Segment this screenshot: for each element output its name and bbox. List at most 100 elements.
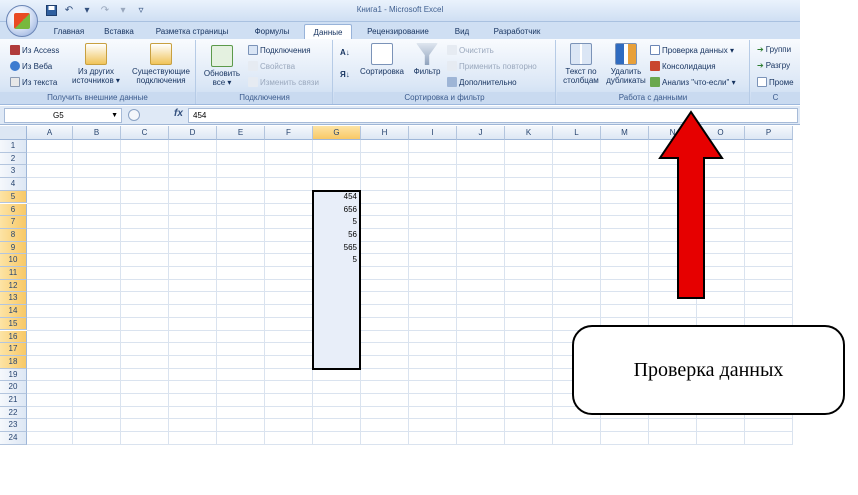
row-header-12[interactable]: 12 — [0, 279, 27, 293]
insert-function-icon[interactable]: fx — [174, 108, 183, 119]
row-header-1[interactable]: 1 — [0, 140, 27, 153]
cell-g9[interactable]: 565 — [313, 242, 359, 254]
tab-data[interactable]: Данные — [304, 24, 352, 39]
filter-label: Фильтр — [413, 67, 441, 76]
ungroup-rows-button[interactable]: ➔ Разгру — [757, 61, 790, 70]
tab-page-layout[interactable]: Разметка страницы — [148, 24, 236, 39]
row-header-4[interactable]: 4 — [0, 178, 27, 191]
consolidate-label: Консолидация — [662, 61, 716, 71]
column-header-p[interactable]: P — [745, 126, 793, 140]
group-outline: ➔ Группи ➔ Разгру Проме С — [751, 40, 800, 104]
cell-g8[interactable]: 56 — [313, 229, 359, 241]
refresh-label-2: все ▾ — [212, 78, 232, 87]
remove-duplicates-button[interactable]: Удалить дубликаты — [603, 43, 649, 85]
group-rows-button[interactable]: ➔ Группи — [757, 45, 791, 54]
column-header-m[interactable]: M — [601, 126, 649, 140]
column-header-a[interactable]: A — [27, 126, 73, 140]
refresh-all-button[interactable]: Обновить все ▾ — [201, 45, 243, 87]
sort-za-button[interactable]: Я↓ — [340, 70, 350, 79]
chevron-down-icon[interactable]: ▼ — [111, 109, 118, 122]
data-validation-button[interactable]: Проверка данных ▾ — [650, 45, 734, 55]
window-title: Книга1 - Microsoft Excel — [356, 5, 444, 14]
properties-button[interactable]: Свойства — [248, 61, 295, 71]
row-header-18[interactable]: 18 — [0, 355, 27, 369]
row-header-22[interactable]: 22 — [0, 406, 27, 420]
row-header-13[interactable]: 13 — [0, 292, 27, 306]
from-access-button[interactable]: Из Access — [10, 45, 59, 55]
filter-button[interactable]: Фильтр — [410, 43, 444, 76]
column-header-e[interactable]: E — [217, 126, 265, 140]
subtotal-button[interactable]: Проме — [757, 77, 794, 87]
row-header-15[interactable]: 15 — [0, 317, 27, 331]
column-header-l[interactable]: L — [553, 126, 601, 140]
sort-descending-icon: Я↓ — [340, 70, 350, 79]
name-box-value: G5 — [53, 111, 64, 120]
row-header-16[interactable]: 16 — [0, 330, 27, 344]
select-all-corner[interactable] — [0, 126, 27, 140]
from-text-button[interactable]: Из текста — [10, 77, 57, 87]
group-label-connections: Подключения — [197, 92, 332, 104]
cell-g10[interactable]: 5 — [313, 254, 359, 266]
column-header-i[interactable]: I — [409, 126, 457, 140]
existing-connections-button[interactable]: Существующие подключения — [128, 43, 194, 85]
row-header-17[interactable]: 17 — [0, 343, 27, 356]
reapply-button[interactable]: Применить повторно — [447, 61, 537, 71]
clear-filter-button[interactable]: Очистить — [447, 45, 494, 55]
column-header-b[interactable]: B — [73, 126, 121, 140]
row-header-21[interactable]: 21 — [0, 394, 27, 407]
data-validation-icon — [650, 45, 660, 55]
row-header-20[interactable]: 20 — [0, 381, 27, 394]
connections-button[interactable]: Подключения — [248, 45, 311, 55]
row-header-8[interactable]: 8 — [0, 228, 27, 242]
tab-review[interactable]: Рецензирование — [360, 24, 436, 39]
from-other-sources-button[interactable]: Из других источников ▾ — [68, 43, 124, 85]
row-header-23[interactable]: 23 — [0, 419, 27, 433]
cell-g6[interactable]: 656 — [313, 204, 359, 216]
group-label-outline: С — [751, 92, 800, 104]
column-header-c[interactable]: C — [121, 126, 169, 140]
refresh-icon — [211, 45, 233, 67]
column-header-f[interactable]: F — [265, 126, 313, 140]
sort-label: Сортировка — [360, 67, 404, 76]
consolidate-button[interactable]: Консолидация — [650, 61, 716, 71]
office-button[interactable] — [6, 5, 38, 37]
advanced-filter-button[interactable]: Дополнительно — [447, 77, 517, 87]
row-header-2[interactable]: 2 — [0, 152, 27, 166]
column-header-k[interactable]: K — [505, 126, 553, 140]
column-header-j[interactable]: J — [457, 126, 505, 140]
data-validation-label: Проверка данных ▾ — [662, 45, 734, 55]
tab-developer[interactable]: Разработчик — [484, 24, 550, 39]
what-if-analysis-button[interactable]: Анализ "что-если" ▾ — [650, 77, 736, 87]
gridline-horizontal — [27, 443, 793, 445]
row-header-5[interactable]: 5 — [0, 190, 27, 204]
tab-formulas[interactable]: Формулы — [246, 24, 298, 39]
cell-g5[interactable]: 454 — [313, 191, 359, 203]
row-header-24[interactable]: 24 — [0, 432, 27, 445]
edit-links-button[interactable]: Изменить связи — [248, 77, 319, 87]
row-header-7[interactable]: 7 — [0, 216, 27, 229]
tab-view[interactable]: Вид — [448, 24, 476, 39]
sort-button[interactable]: Сортировка — [356, 43, 408, 76]
expand-circle-icon[interactable] — [128, 109, 140, 121]
column-header-d[interactable]: D — [169, 126, 217, 140]
row-header-9[interactable]: 9 — [0, 241, 27, 255]
row-header-19[interactable]: 19 — [0, 368, 27, 382]
row-header-6[interactable]: 6 — [0, 203, 27, 217]
column-header-g[interactable]: G — [313, 126, 361, 140]
name-box[interactable]: G5 ▼ — [4, 108, 122, 123]
column-header-h[interactable]: H — [361, 126, 409, 140]
cell-g7[interactable]: 5 — [313, 216, 359, 228]
row-header-3[interactable]: 3 — [0, 165, 27, 179]
text-to-columns-button[interactable]: Текст по столбцам — [559, 43, 603, 85]
row-header-11[interactable]: 11 — [0, 267, 27, 280]
group-rows-label: Группи — [765, 45, 792, 54]
formula-controls: fx — [124, 108, 184, 123]
gridline-horizontal — [27, 418, 793, 420]
row-header-14[interactable]: 14 — [0, 305, 27, 318]
tab-home[interactable]: Главная — [46, 24, 92, 39]
row-header-10[interactable]: 10 — [0, 254, 27, 267]
gridline-vertical — [72, 140, 73, 445]
tab-insert[interactable]: Вставка — [97, 24, 141, 39]
from-web-button[interactable]: Из Веба — [10, 61, 52, 71]
sort-az-button[interactable]: А↓ — [340, 48, 350, 57]
